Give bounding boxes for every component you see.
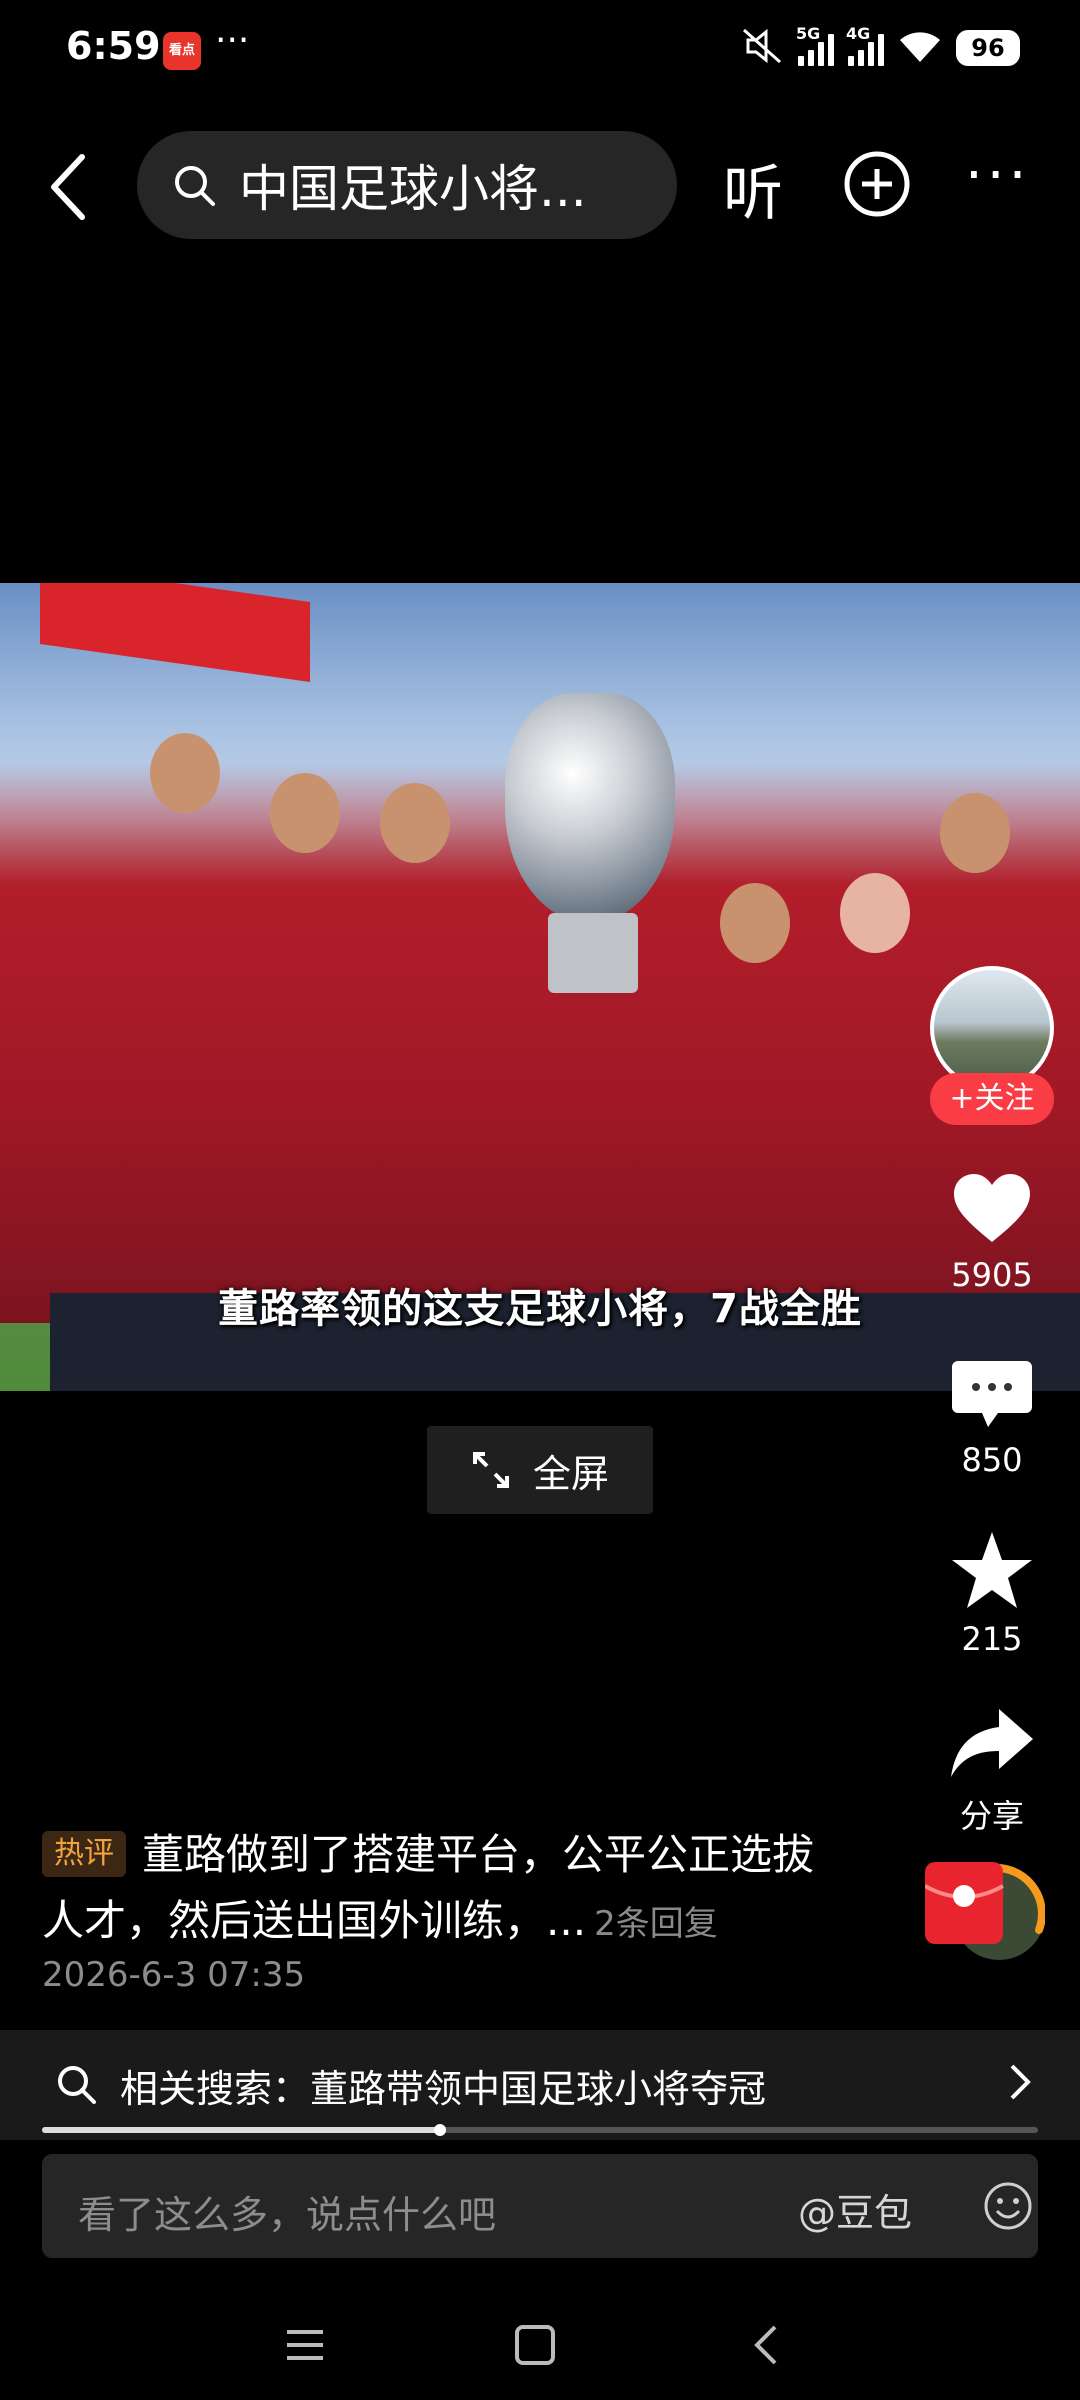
battery-icon: 96 — [956, 30, 1020, 66]
hot-comment-tag: 热评 — [42, 1831, 126, 1877]
reply-count-link[interactable]: 2条回复 — [594, 1904, 718, 1944]
share-label: 分享 — [959, 1797, 1024, 1835]
mention-button[interactable]: @豆包 — [798, 2182, 912, 2237]
heart-icon — [954, 1174, 1030, 1242]
search-icon — [54, 2062, 98, 2110]
related-search-label: 相关搜索：董路带领中国足球小将夺冠 — [120, 2067, 767, 2111]
trophy-graphic — [505, 693, 675, 923]
status-bar: 6:59 看点 ··· 5G 4G 96 — [0, 0, 1080, 100]
video-progress-bar[interactable] — [42, 2124, 1038, 2136]
home-icon[interactable] — [515, 2325, 555, 2365]
back-nav-icon[interactable] — [754, 2325, 777, 2365]
favorite-button[interactable]: 215 — [922, 1530, 1062, 1658]
comment-count: 850 — [961, 1441, 1023, 1479]
back-button[interactable] — [40, 147, 100, 227]
hot-comment[interactable]: 热评 董路做到了搭建平台，公平公正选拔人才，然后送出国外训练，... 2条回复 — [42, 1822, 852, 1957]
comment-date: 2026-6-3 07:35 — [42, 1955, 306, 1995]
comment-icon — [952, 1361, 1032, 1427]
status-overflow: ··· — [215, 20, 250, 61]
signal-4g-icon: 4G — [846, 24, 884, 66]
author-avatar[interactable] — [930, 966, 1054, 1090]
add-circle-icon — [844, 151, 910, 217]
fullscreen-button[interactable]: 全屏 — [427, 1426, 653, 1514]
share-icon — [951, 1709, 1033, 1777]
like-button[interactable]: 5905 — [922, 1170, 1062, 1294]
video-player[interactable]: 董路率领的这支足球小将，7战全胜 — [0, 583, 1080, 1391]
related-search-bar[interactable]: 相关搜索：董路带领中国足球小将夺冠 — [0, 2030, 1080, 2140]
search-query: 中国足球小将... — [239, 160, 587, 218]
expand-icon — [472, 1452, 509, 1488]
search-icon — [175, 166, 215, 206]
menu-icon[interactable] — [287, 2330, 323, 2360]
flag-graphic — [40, 583, 310, 682]
chevron-right-icon — [1004, 2060, 1034, 2108]
progress-fill — [42, 2127, 441, 2133]
top-bar: 中国足球小将... 听 ··· — [0, 125, 1080, 245]
comment-button[interactable]: 850 — [922, 1355, 1062, 1479]
comment-input[interactable]: 看了这么多，说点什么吧 @豆包 — [42, 2154, 1038, 2258]
favorite-count: 215 — [961, 1620, 1023, 1658]
system-navigation-bar — [0, 2290, 1080, 2400]
signal-5g-icon: 5G — [796, 24, 834, 66]
status-time: 6:59 — [66, 24, 161, 68]
app-notification-icon: 看点 — [163, 32, 201, 70]
red-packet-button[interactable] — [924, 1840, 1046, 1970]
back-arrow-icon — [51, 154, 85, 220]
comment-placeholder: 看了这么多，说点什么吧 — [78, 2193, 497, 2237]
wifi-icon — [898, 28, 942, 68]
star-icon — [952, 1532, 1032, 1608]
fullscreen-label: 全屏 — [532, 1451, 609, 1496]
emoji-icon — [984, 2182, 1032, 2230]
search-bar[interactable]: 中国足球小将... — [137, 131, 677, 239]
video-caption: 董路率领的这支足球小将，7战全胜 — [218, 1286, 862, 1332]
add-button[interactable] — [842, 149, 912, 223]
mute-icon — [740, 26, 784, 70]
like-count: 5905 — [951, 1256, 1033, 1294]
more-button[interactable]: ··· — [965, 143, 1030, 208]
follow-button[interactable]: +关注 — [930, 1073, 1054, 1125]
share-button[interactable]: 分享 — [922, 1705, 1062, 1837]
red-packet-icon — [924, 1862, 1046, 1960]
listen-button[interactable]: 听 — [723, 145, 783, 232]
emoji-button[interactable] — [982, 2180, 1034, 2236]
